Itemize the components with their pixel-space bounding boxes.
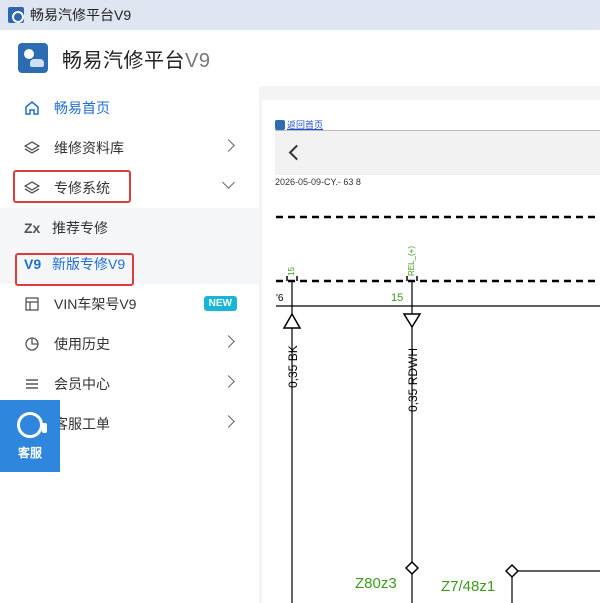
- subitem-prefix: Zx: [24, 220, 41, 236]
- sidebar-item-member[interactable]: 会员中心: [0, 364, 259, 404]
- pin-label: 15: [391, 292, 403, 304]
- app-icon: [8, 7, 24, 23]
- sidebar-item-home[interactable]: 畅易首页: [0, 88, 259, 128]
- menu-icon: [24, 376, 40, 392]
- arrow-up-icon: [282, 312, 302, 329]
- sidebar-subitem-recommended[interactable]: Zx 推荐专修: [0, 208, 259, 244]
- document-id: 2026-05-09-CY.- 63 8: [275, 177, 361, 187]
- chevron-right-icon: [222, 139, 235, 152]
- chevron-down-icon: [222, 176, 235, 189]
- chevron-right-icon: [222, 375, 235, 388]
- chevron-right-icon: [222, 335, 235, 348]
- sidebar-item-label: 维修资料库: [54, 140, 124, 156]
- document-viewer: 返回首页 2026-05-09-CY.- 63 8 15 REL_(+) '6 …: [262, 100, 600, 603]
- sidebar-item-history[interactable]: 使用历史: [0, 324, 259, 364]
- brand-version: V9: [185, 49, 211, 72]
- app-header: 畅易汽修平台V9: [0, 30, 600, 86]
- window-titlebar: 畅易汽修平台V9: [0, 0, 600, 30]
- window-title: 畅易汽修平台V9: [30, 7, 132, 23]
- junction-diamond-2: [504, 563, 520, 579]
- layers-icon: [24, 140, 40, 156]
- arrow-down-icon: [402, 313, 422, 329]
- node-label-z748z1: Z7/48z1: [441, 578, 495, 595]
- highlight-v9-repair: [15, 253, 134, 286]
- sidebar-item-label: 使用历史: [54, 336, 110, 352]
- wire-2-label: 0,35 RDWH: [406, 348, 420, 412]
- sidebar-item-repair-library[interactable]: 维修资料库: [0, 128, 259, 168]
- customer-service-label: 客服: [17, 445, 42, 460]
- highlight-special-repair: [13, 170, 131, 203]
- junction-diamond-1: [404, 560, 420, 576]
- headset-icon: [17, 411, 47, 438]
- history-icon: [24, 336, 40, 352]
- top-label-15: 15: [287, 267, 296, 276]
- back-arrow-icon[interactable]: [288, 144, 305, 161]
- wiring-schematic: 15 REL_(+) '6 15 0,35 BK 0,35 RDWH Z80z3…: [276, 215, 600, 603]
- brand-text: 畅易汽修平台: [62, 49, 185, 72]
- brand-name: 畅易汽修平台V9: [62, 44, 210, 73]
- chevron-right-icon: [222, 415, 235, 428]
- sidebar-item-label: 客服工单: [54, 416, 110, 432]
- sidebar: 畅易首页 维修资料库 专修系统 Zx 推荐专修 V9 新版专修V9 VIN车架号…: [0, 86, 259, 603]
- subitem-label: 推荐专修: [52, 220, 108, 236]
- sidebar-item-vin[interactable]: VIN车架号V9 NEW: [0, 284, 259, 324]
- sidebar-item-label: VIN车架号V9: [54, 296, 137, 312]
- new-badge: NEW: [203, 296, 237, 311]
- top-label-rel: REL_(+): [407, 246, 416, 276]
- left-edge-label: '6: [276, 293, 284, 304]
- home-icon: [24, 100, 40, 116]
- card-icon: [24, 296, 40, 312]
- brand-logo-icon: [18, 43, 48, 73]
- sidebar-item-label: 会员中心: [54, 376, 110, 392]
- viewer-nav-bar: [275, 130, 600, 175]
- customer-service-button[interactable]: 客服: [0, 400, 60, 472]
- wire-1-label: 0,35 BK: [286, 345, 300, 388]
- home-icon: [275, 119, 285, 130]
- sidebar-item-label: 畅易首页: [54, 100, 110, 116]
- node-label-z80z3: Z80z3: [355, 575, 397, 592]
